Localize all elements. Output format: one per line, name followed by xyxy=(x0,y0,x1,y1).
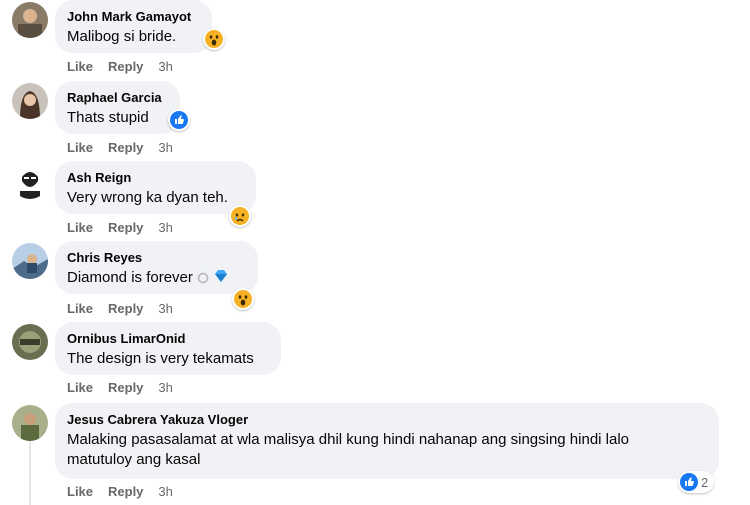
reaction-badge[interactable] xyxy=(232,288,254,310)
commenter-name[interactable]: Ornibus LimarOnid xyxy=(67,330,269,347)
like-action[interactable]: Like xyxy=(67,380,93,395)
comment-bubble: Jesus Cabrera Yakuza Vloger Malaking pas… xyxy=(55,403,719,479)
timestamp[interactable]: 3h xyxy=(158,380,172,395)
comment-text-body: Diamond is forever xyxy=(67,269,193,286)
reaction-summary[interactable]: 2 xyxy=(678,471,715,493)
timestamp[interactable]: 3h xyxy=(158,301,172,316)
timestamp[interactable]: 3h xyxy=(158,140,172,155)
comment-actions: Like Reply 3h xyxy=(67,220,188,236)
reply-action[interactable]: Reply xyxy=(108,484,143,499)
comment-actions: Like Reply 3h xyxy=(67,140,188,156)
comment-actions: Like Reply 3h xyxy=(67,484,188,500)
sad-reaction-icon xyxy=(231,207,249,225)
wow-reaction-icon xyxy=(205,30,223,48)
like-action[interactable]: Like xyxy=(67,220,93,235)
reaction-badge[interactable] xyxy=(203,28,225,50)
comment-text: Diamond is forever xyxy=(67,268,246,288)
reply-action[interactable]: Reply xyxy=(108,301,143,316)
comment-actions: Like Reply 3h xyxy=(67,59,188,75)
avatar[interactable] xyxy=(12,405,48,441)
reply-action[interactable]: Reply xyxy=(108,380,143,395)
wow-reaction-icon xyxy=(234,290,252,308)
avatar[interactable] xyxy=(12,2,48,38)
comment-bubble: Raphael Garcia Thats stupid xyxy=(55,81,180,134)
like-reaction-icon xyxy=(680,473,698,491)
ring-icon xyxy=(197,270,209,284)
reaction-badge[interactable] xyxy=(229,205,251,227)
timestamp[interactable]: 3h xyxy=(158,484,172,499)
reaction-badge[interactable] xyxy=(168,109,190,131)
comment-bubble: Ash Reign Very wrong ka dyan teh. xyxy=(55,161,256,214)
comment-text: Thats stupid xyxy=(67,109,149,126)
like-action[interactable]: Like xyxy=(67,484,93,499)
avatar[interactable] xyxy=(12,324,48,360)
like-action[interactable]: Like xyxy=(67,301,93,316)
reply-action[interactable]: Reply xyxy=(108,220,143,235)
comment-text: The design is very tekamats xyxy=(67,350,254,367)
thread-line xyxy=(29,440,31,505)
comment-actions: Like Reply 3h xyxy=(67,380,188,396)
timestamp[interactable]: 3h xyxy=(158,220,172,235)
reply-action[interactable]: Reply xyxy=(108,140,143,155)
commenter-name[interactable]: John Mark Gamayot xyxy=(67,8,200,25)
comment-text: Very wrong ka dyan teh. xyxy=(67,189,228,206)
like-action[interactable]: Like xyxy=(67,59,93,74)
timestamp[interactable]: 3h xyxy=(158,59,172,74)
comment-text: Malibog si bride. xyxy=(67,28,177,45)
like-reaction-icon xyxy=(170,111,188,129)
comment-bubble: Chris Reyes Diamond is forever xyxy=(55,241,258,294)
comment-bubble: Ornibus LimarOnid The design is very tek… xyxy=(55,322,281,375)
comment-actions: Like Reply 3h xyxy=(67,301,188,317)
commenter-name[interactable]: Ash Reign xyxy=(67,169,244,186)
like-action[interactable]: Like xyxy=(67,140,93,155)
avatar[interactable] xyxy=(12,83,48,119)
comment-text: Malaking pasasalamat at wla malisya dhil… xyxy=(67,431,630,468)
commenter-name[interactable]: Jesus Cabrera Yakuza Vloger xyxy=(67,411,707,428)
reply-action[interactable]: Reply xyxy=(108,59,143,74)
commenter-name[interactable]: Chris Reyes xyxy=(67,249,246,266)
gem-icon xyxy=(214,270,227,282)
comment-bubble: John Mark Gamayot Malibog si bride. xyxy=(55,0,212,53)
avatar[interactable] xyxy=(12,243,48,279)
commenter-name[interactable]: Raphael Garcia xyxy=(67,89,168,106)
avatar[interactable] xyxy=(12,163,48,199)
reaction-count: 2 xyxy=(701,474,709,490)
